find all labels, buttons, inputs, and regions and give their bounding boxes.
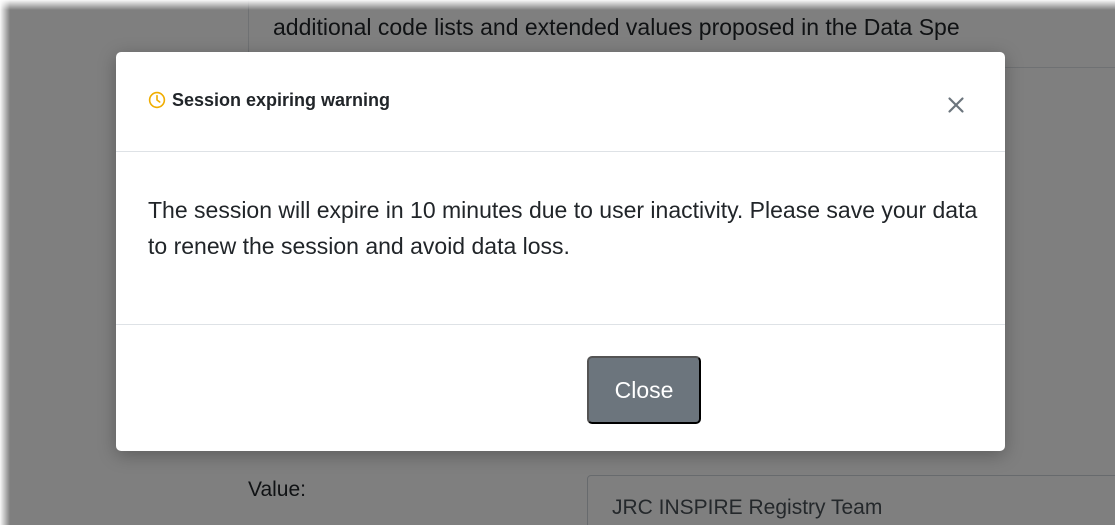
screen: additional code lists and extended value…	[0, 0, 1115, 525]
modal-title: Session expiring warning	[172, 90, 391, 110]
close-icon[interactable]	[944, 93, 968, 117]
close-button[interactable]: Close	[587, 356, 701, 424]
modal-body: The session will expire in 10 minutes du…	[116, 152, 1005, 325]
session-message: The session will expire in 10 minutes du…	[148, 197, 978, 259]
session-warning-dialog: Session expiring warning The session wil…	[116, 52, 1005, 451]
clock-icon	[148, 91, 166, 109]
modal-header: Session expiring warning	[116, 52, 1005, 152]
modal-footer: Close	[116, 325, 1005, 451]
